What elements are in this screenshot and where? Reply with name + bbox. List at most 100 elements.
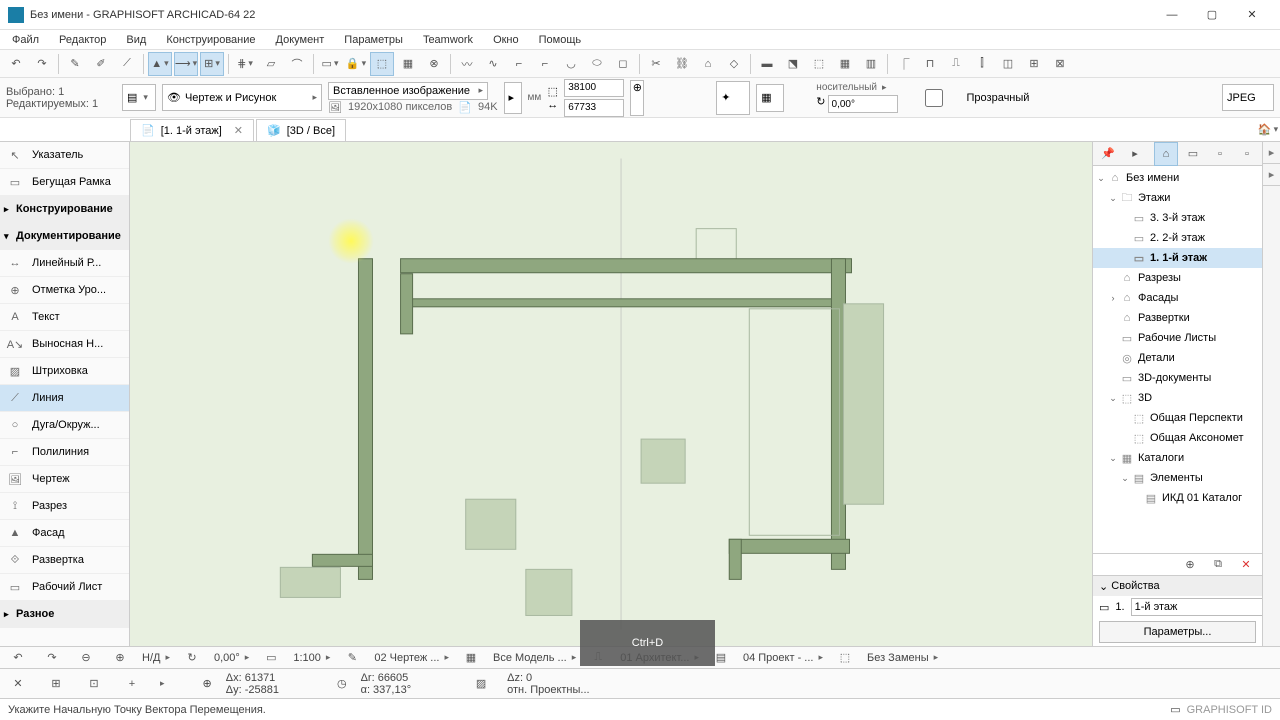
menu-window[interactable]: Окно — [485, 32, 527, 48]
profile-icon[interactable]: ⊞ — [1022, 52, 1046, 76]
eyedropper-icon[interactable]: ✐ — [89, 52, 113, 76]
suspend-icon[interactable]: ▭▾ — [318, 52, 342, 76]
side-btn1[interactable]: ▸ — [1263, 142, 1280, 164]
tool-elevation[interactable]: ▲Фасад — [0, 520, 129, 547]
show-icon[interactable]: ⬚ — [370, 52, 394, 76]
shell-icon[interactable]: ⬚ — [807, 52, 831, 76]
coord-snap-icon[interactable]: ⊡ — [82, 672, 106, 696]
menu-construct[interactable]: Конструирование — [158, 32, 263, 48]
tool-marquee[interactable]: ▭Бегущая Рамка — [0, 169, 129, 196]
arrow-mode-icon[interactable]: ▲▾ — [148, 52, 172, 76]
tool-drawing[interactable]: 🖼Чертеж — [0, 466, 129, 493]
brand-label[interactable]: GRAPHISOFT ID — [1187, 704, 1272, 716]
format-dropdown[interactable]: JPEG — [1222, 84, 1274, 111]
over-icon[interactable]: ⬚ — [833, 646, 857, 670]
curve5-icon[interactable]: ◡ — [559, 52, 583, 76]
mvopt-icon[interactable]: ▦ — [459, 646, 483, 670]
wall-icon[interactable]: ▬ — [755, 52, 779, 76]
curve4-icon[interactable]: ⌐ — [533, 52, 557, 76]
minimize-button[interactable]: — — [1152, 1, 1192, 29]
redo-icon[interactable]: ↷ — [30, 52, 54, 76]
tree-3d[interactable]: ⌄⬚3D — [1093, 388, 1262, 408]
link-icon[interactable]: ⬚ — [548, 85, 558, 98]
tree-details[interactable]: ◎Детали — [1093, 348, 1262, 368]
tool-dimension[interactable]: ↔Линейный Р... — [0, 250, 129, 277]
nav-pub-icon[interactable]: ▫ — [1235, 142, 1259, 166]
tool-pointer[interactable]: ↖Указатель — [0, 142, 129, 169]
tree-elements[interactable]: ⌄▤Элементы — [1093, 468, 1262, 488]
tree-catalogs[interactable]: ⌄▦Каталоги — [1093, 448, 1262, 468]
tab-floor1[interactable]: 📄 [1. 1-й этаж]✕ — [130, 119, 254, 141]
guide-mode-icon[interactable]: ⊞▾ — [200, 52, 224, 76]
undo-icon[interactable]: ↶ — [4, 52, 28, 76]
close-button[interactable]: ✕ — [1232, 1, 1272, 29]
grid-icon[interactable]: ⋕▾ — [233, 52, 257, 76]
stair-icon[interactable]: ⎍ — [944, 52, 968, 76]
tree-3ddocs[interactable]: ▭3D-документы — [1093, 368, 1262, 388]
nav-dup-icon[interactable]: ⧉ — [1206, 553, 1230, 577]
group-construct[interactable]: Конструирование — [0, 196, 129, 223]
cw-icon[interactable]: ▥ — [859, 52, 883, 76]
drawing-canvas[interactable] — [130, 142, 1092, 646]
status-proj[interactable]: 04 Проект - ... — [743, 652, 813, 664]
obj-icon[interactable]: ◫ — [996, 52, 1020, 76]
insert-dropdown[interactable]: Вставленное изображение▸ — [328, 82, 488, 100]
elev-btn[interactable]: ▨ — [469, 672, 493, 696]
tool-section[interactable]: ⟟Разрез — [0, 493, 129, 520]
tree-story2[interactable]: ▭2. 2-й этаж — [1093, 228, 1262, 248]
status-model[interactable]: Модель ... — [515, 652, 567, 664]
scale-icon[interactable]: ▭ — [259, 646, 283, 670]
curve3-icon[interactable]: ⌐ — [507, 52, 531, 76]
roof-icon[interactable]: ⬔ — [781, 52, 805, 76]
tab-3d[interactable]: 🧊 [3D / Все] — [256, 119, 346, 141]
menu-view[interactable]: Вид — [118, 32, 154, 48]
tree-persp[interactable]: ⬚Общая Перспекти — [1093, 408, 1262, 428]
nav-view-icon[interactable]: ▭ — [1181, 142, 1205, 166]
tree-elevations[interactable]: ›⌂Фасады — [1093, 288, 1262, 308]
mesh-icon[interactable]: ▦ — [833, 52, 857, 76]
pick-icon[interactable]: ✎ — [63, 52, 87, 76]
tool-line[interactable]: ⟋Линия — [0, 385, 129, 412]
group-document[interactable]: Документирование — [0, 223, 129, 250]
menu-file[interactable]: Файл — [4, 32, 47, 48]
tree-story3[interactable]: ▭3. 3-й этаж — [1093, 208, 1262, 228]
element-settings-button[interactable]: ▤▾ — [122, 84, 156, 111]
lock-icon[interactable]: 🔒▾ — [344, 52, 368, 76]
nav-layout-icon[interactable]: ▫ — [1208, 142, 1232, 166]
zoom-in-icon[interactable]: ⊕ — [108, 646, 132, 670]
coord-x-icon[interactable]: ✕ — [6, 672, 30, 696]
coord-lock-button[interactable]: ⊕ — [630, 80, 644, 116]
tree-sections[interactable]: ⌂Разрезы — [1093, 268, 1262, 288]
nav-del-icon[interactable]: ✕ — [1234, 553, 1258, 577]
nav-home-icon[interactable]: 🏠▾ — [1256, 117, 1280, 141]
group-misc[interactable]: Разное — [0, 601, 129, 628]
status-angle[interactable]: 0,00° — [214, 652, 240, 664]
ruler-icon[interactable]: ⟋ — [115, 52, 139, 76]
tree-cat-item[interactable]: ▤ИКД 01 Каталог — [1093, 488, 1262, 508]
maximize-button[interactable]: ▢ — [1192, 1, 1232, 29]
tree-story1[interactable]: ▭1. 1-й этаж — [1093, 248, 1262, 268]
coord-grid-icon[interactable]: ⊞ — [44, 672, 68, 696]
tree-root[interactable]: ⌄⌂Без имени — [1093, 168, 1262, 188]
trace-icon[interactable]: ▦ — [396, 52, 420, 76]
coord-plus-icon[interactable]: + — [120, 672, 144, 696]
cloud-icon[interactable]: ▭ — [1170, 703, 1180, 716]
menu-help[interactable]: Помощь — [531, 32, 590, 48]
angle-icon[interactable]: ↻ — [816, 95, 825, 113]
mod2-icon[interactable]: ⛓ — [670, 52, 694, 76]
column-icon[interactable]: ⎾ — [892, 52, 916, 76]
status-all[interactable]: Все — [493, 652, 512, 664]
zoom-next-icon[interactable]: ↷ — [40, 646, 64, 670]
anchor-grid-button[interactable]: ✦ — [716, 81, 750, 115]
nav-new-icon[interactable]: ⊕ — [1178, 553, 1202, 577]
angle-input[interactable] — [828, 95, 898, 113]
tree-ie[interactable]: ⌂Развертки — [1093, 308, 1262, 328]
rail-icon[interactable]: ⫿ — [970, 52, 994, 76]
nav-project-icon[interactable]: ⌂ — [1154, 142, 1178, 166]
close-icon[interactable]: ✕ — [234, 124, 243, 137]
curve2-icon[interactable]: ∿ — [481, 52, 505, 76]
magnet-icon[interactable]: ⌒ — [285, 52, 309, 76]
tool-level[interactable]: ⊕Отметка Уро... — [0, 277, 129, 304]
tree-worksheets[interactable]: ▭Рабочие Листы — [1093, 328, 1262, 348]
props-params-button[interactable]: Параметры... — [1099, 621, 1256, 643]
